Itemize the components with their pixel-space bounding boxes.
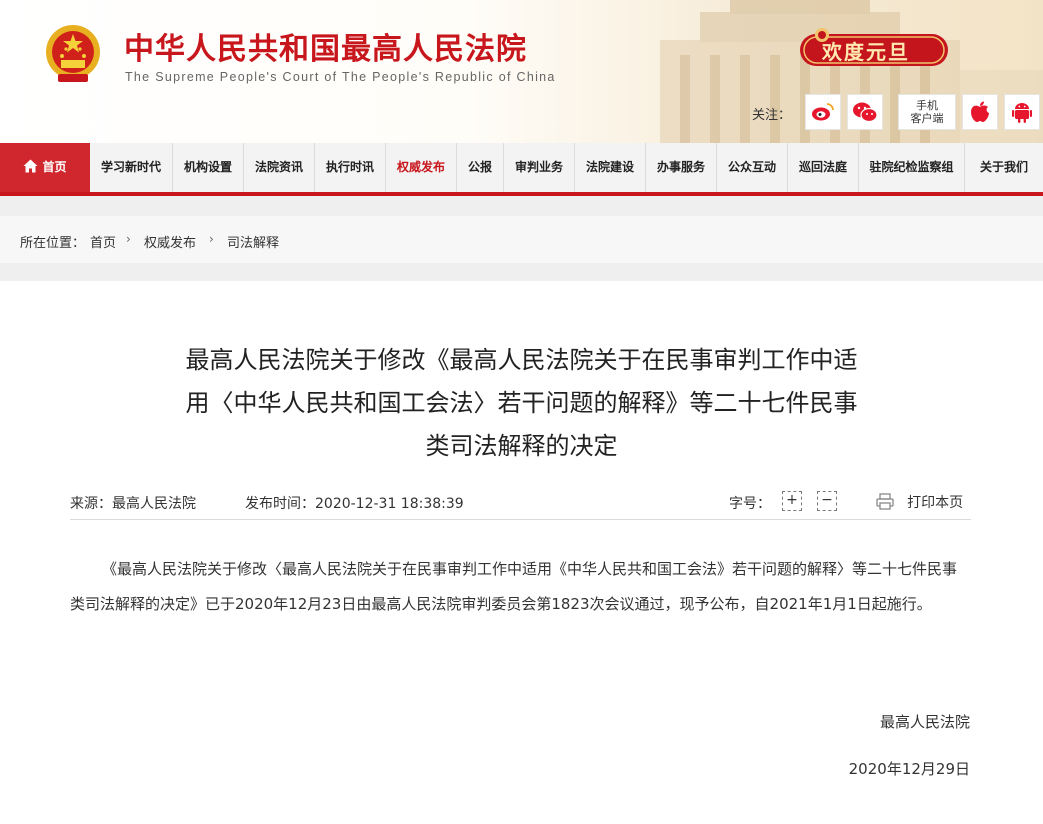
print-icon — [876, 493, 894, 510]
article-title: 最高人民法院关于修改《最高人民法院关于在民事审判工作中适 用〈中华人民共和国工会… — [110, 339, 933, 468]
home-icon — [23, 159, 38, 173]
nav-item-construction[interactable]: 法院建设 — [575, 143, 646, 192]
apple-icon — [971, 101, 989, 122]
article-title-line: 类司法解释的决定 — [425, 432, 618, 460]
nav-item-enforcement[interactable]: 执行时讯 — [315, 143, 386, 192]
font-decrease-button[interactable]: − — [817, 491, 837, 511]
android-button[interactable] — [1004, 94, 1040, 130]
meta-divider — [70, 519, 971, 520]
breadcrumb-home[interactable]: 首页 — [90, 232, 116, 251]
national-emblem-icon — [46, 25, 100, 82]
follow-label: 关注： — [752, 108, 792, 123]
breadcrumb-judicial-interpretation[interactable]: 司法解释 — [227, 232, 279, 251]
article-title-line: 用〈中华人民共和国工会法〉若干问题的解释》等二十七件民事 — [185, 389, 858, 417]
nav-item-circuit[interactable]: 巡回法庭 — [788, 143, 859, 192]
article-source: 来源：最高人民法院 — [70, 496, 196, 512]
nav-item-discipline[interactable]: 驻院纪检监察组 — [859, 143, 965, 192]
article-date: 2020年12月29日 — [848, 760, 970, 778]
article-publish-time: 发布时间：2020-12-31 18:38:39 — [245, 496, 464, 512]
breadcrumb-separator: › — [126, 232, 131, 246]
article-title-line: 最高人民法院关于修改《最高人民法院关于在民事审判工作中适 — [185, 346, 858, 374]
font-size-label: 字号： — [729, 496, 771, 512]
nav-item-court-news[interactable]: 法院资讯 — [244, 143, 315, 192]
mobile-label-1: 手机 — [916, 99, 938, 112]
nav-item-study[interactable]: 学习新时代 — [90, 143, 173, 192]
mobile-client-button[interactable]: 手机 客户端 — [898, 94, 956, 130]
site-header: 中华人民共和国最高人民法院 The Supreme People's Court… — [0, 0, 1043, 143]
nav-item-services[interactable]: 办事服务 — [646, 143, 717, 192]
nav-item-trial[interactable]: 审判业务 — [504, 143, 575, 192]
wechat-button[interactable] — [847, 94, 883, 130]
site-subtitle: The Supreme People's Court of The People… — [125, 70, 556, 84]
breadcrumb-label: 所在位置： — [20, 236, 86, 251]
new-year-text: 欢度元旦 — [822, 40, 910, 64]
nav-item-organization[interactable]: 机构设置 — [173, 143, 244, 192]
nav-label: 首页 — [42, 160, 67, 174]
apple-button[interactable] — [962, 94, 998, 130]
mobile-label-2: 客户端 — [910, 112, 944, 125]
article-body: 《最高人民法院关于修改〈最高人民法院关于在民事审判工作中适用《中华人民共和国工会… — [70, 560, 958, 613]
article-signature: 最高人民法院 — [879, 713, 970, 731]
weibo-button[interactable] — [805, 94, 841, 130]
site-title[interactable]: 中华人民共和国最高人民法院 — [124, 24, 527, 68]
breadcrumb: 所在位置： 首页 › 权威发布 › 司法解释 — [0, 216, 1043, 263]
print-button[interactable]: 打印本页 — [876, 492, 963, 512]
nav-item-authoritative[interactable]: 权威发布 — [386, 143, 457, 192]
nav-item-gazette[interactable]: 公报 — [457, 143, 504, 192]
font-increase-button[interactable]: + — [782, 491, 802, 511]
breadcrumb-separator: › — [209, 232, 214, 246]
weibo-icon — [812, 103, 834, 121]
print-label: 打印本页 — [907, 495, 964, 511]
main-nav: 首页 学习新时代 机构设置 法院资讯 执行时讯 权威发布 公报 审判业务 法院建… — [0, 143, 1043, 196]
android-icon — [1012, 103, 1032, 123]
nav-item-interaction[interactable]: 公众互动 — [717, 143, 788, 192]
breadcrumb-authoritative[interactable]: 权威发布 — [144, 232, 196, 251]
wechat-icon — [853, 102, 878, 123]
nav-item-about[interactable]: 关于我们 — [965, 143, 1043, 192]
nav-item-home[interactable]: 首页 — [0, 143, 90, 192]
article-panel: 最高人民法院关于修改《最高人民法院关于在民事审判工作中适 用〈中华人民共和国工会… — [0, 281, 1043, 824]
